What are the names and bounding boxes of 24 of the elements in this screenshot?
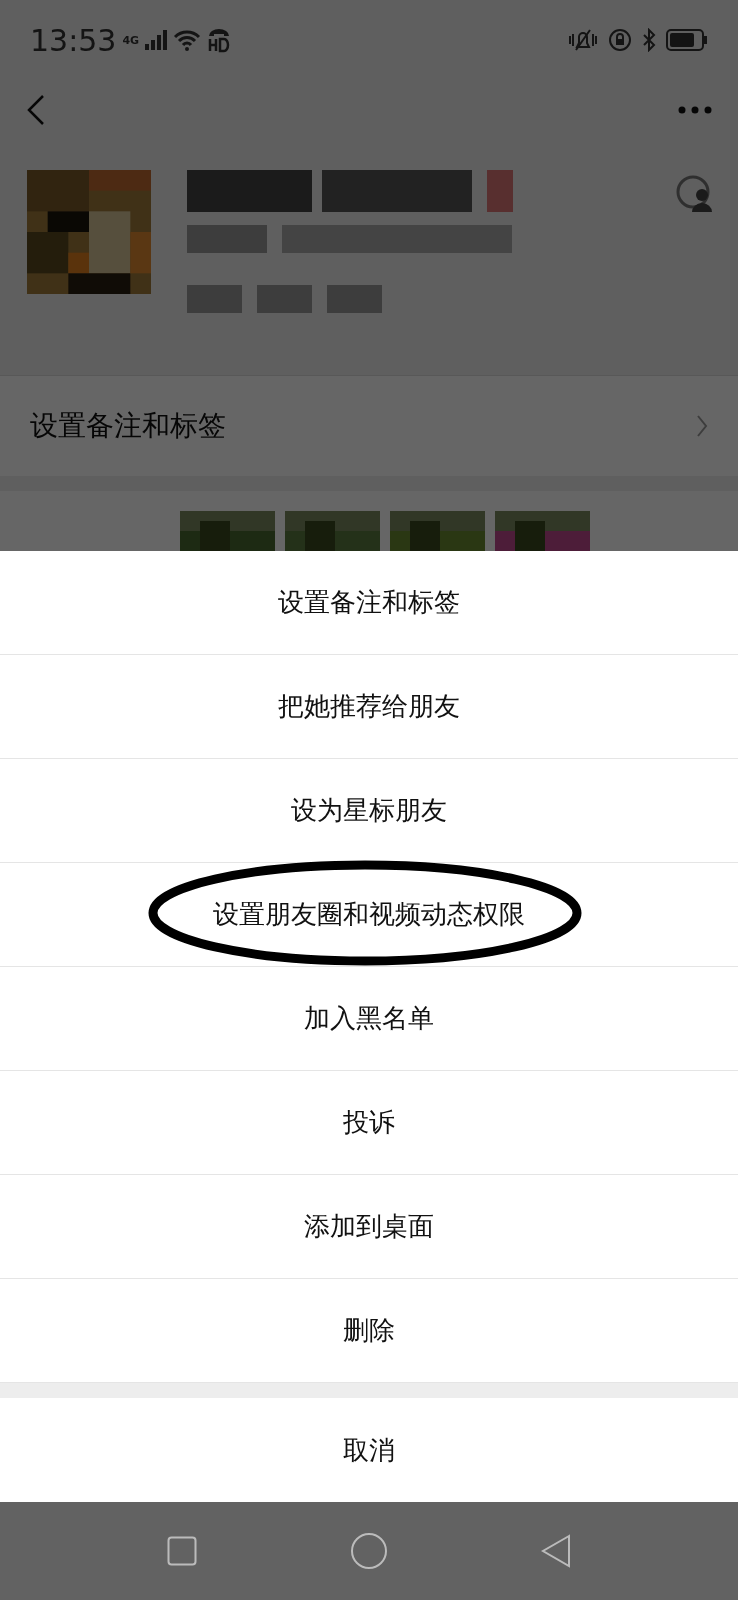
cancel-button[interactable]: 取消: [0, 1398, 738, 1502]
menu-item[interactable]: 投诉: [0, 1071, 738, 1175]
network-type: 4G: [122, 33, 140, 47]
menu-item[interactable]: 添加到桌面: [0, 1175, 738, 1279]
chevron-right-icon: [696, 414, 708, 438]
recents-icon[interactable]: [166, 1536, 197, 1566]
rotation-lock-icon: [608, 28, 632, 52]
menu-item[interactable]: 设为星标朋友: [0, 759, 738, 863]
menu-item[interactable]: 加入黑名单: [0, 967, 738, 1071]
hd-call-icon: [207, 27, 232, 53]
battery-icon: [666, 29, 708, 51]
wifi-icon: [173, 29, 202, 51]
back-icon[interactable]: [26, 94, 46, 126]
back-triangle-icon[interactable]: [541, 1534, 572, 1568]
home-icon[interactable]: [350, 1532, 388, 1570]
status-time: 13:53: [30, 22, 117, 58]
menu-item[interactable]: 设置备注和标签: [0, 551, 738, 655]
camera-person-icon[interactable]: [676, 175, 714, 213]
more-icon[interactable]: [678, 106, 712, 114]
signal-icon: [145, 30, 168, 50]
menu-item[interactable]: 把她推荐给朋友: [0, 655, 738, 759]
bluetooth-icon: [642, 28, 656, 52]
mute-bell-icon: [568, 28, 598, 52]
menu-item[interactable]: 设置朋友圈和视频动态权限: [0, 863, 738, 967]
